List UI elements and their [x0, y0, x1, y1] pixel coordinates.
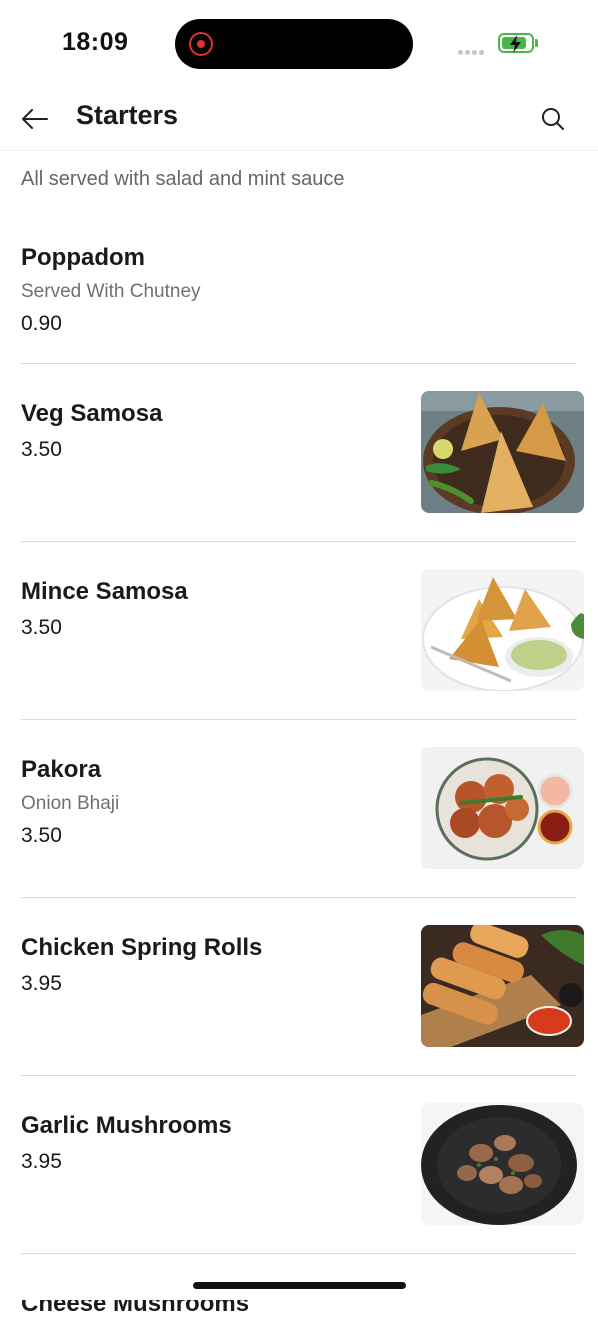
dynamic-island — [175, 19, 413, 69]
menu-item-veg-samosa[interactable]: Veg Samosa 3.50 — [0, 364, 598, 542]
search-button[interactable] — [536, 102, 570, 136]
item-description: Served With Chutney — [21, 281, 201, 302]
search-icon — [542, 108, 564, 130]
status-bar: 18:09 — [0, 0, 598, 88]
item-price: 3.50 — [21, 438, 62, 461]
back-button[interactable] — [18, 102, 52, 136]
item-price: 0.90 — [21, 312, 62, 335]
cellular-signal-icon — [458, 42, 490, 55]
item-name: Mince Samosa — [21, 578, 188, 605]
item-name: Cheese Mushrooms — [21, 1290, 250, 1317]
item-description: Onion Bhaji — [21, 793, 120, 814]
menu-item-chicken-spring-rolls[interactable]: Chicken Spring Rolls 3.95 — [0, 898, 598, 1076]
chicken-spring-rolls-photo — [421, 925, 584, 1047]
section-subtitle: All served with salad and mint sauce — [21, 168, 345, 190]
menu-item-poppadom[interactable]: Poppadom Served With Chutney 0.90 — [0, 222, 598, 364]
pakora-photo — [421, 747, 584, 869]
item-price: 3.95 — [21, 1150, 62, 1173]
item-price: 3.50 — [21, 824, 62, 847]
garlic-mushrooms-photo — [421, 1103, 584, 1225]
item-name: Chicken Spring Rolls — [21, 934, 263, 961]
item-price: 3.50 — [21, 616, 62, 639]
item-name: Pakora — [21, 756, 102, 783]
charging-bolt-icon — [510, 35, 521, 53]
menu-item-pakora[interactable]: Pakora Onion Bhaji 3.50 — [0, 720, 598, 898]
veg-samosa-photo — [421, 391, 584, 513]
arrow-left-icon — [22, 109, 48, 129]
mince-samosa-photo — [421, 569, 584, 691]
app-header: Starters — [0, 88, 598, 151]
battery-tip — [535, 39, 538, 47]
battery-charging-icon — [498, 33, 534, 53]
item-name: Veg Samosa — [21, 400, 163, 427]
menu-item-mince-samosa[interactable]: Mince Samosa 3.50 — [0, 542, 598, 720]
item-name: Garlic Mushrooms — [21, 1112, 232, 1139]
screen-record-icon — [189, 32, 213, 56]
home-indicator[interactable] — [193, 1282, 406, 1289]
menu-item-garlic-mushrooms[interactable]: Garlic Mushrooms 3.95 — [0, 1076, 598, 1254]
item-price: 3.95 — [21, 972, 62, 995]
menu-list: Poppadom Served With Chutney 0.90 Veg Sa… — [0, 222, 598, 1317]
status-time: 18:09 — [62, 28, 129, 56]
page-title: Starters — [76, 100, 179, 130]
item-name: Poppadom — [21, 244, 145, 271]
